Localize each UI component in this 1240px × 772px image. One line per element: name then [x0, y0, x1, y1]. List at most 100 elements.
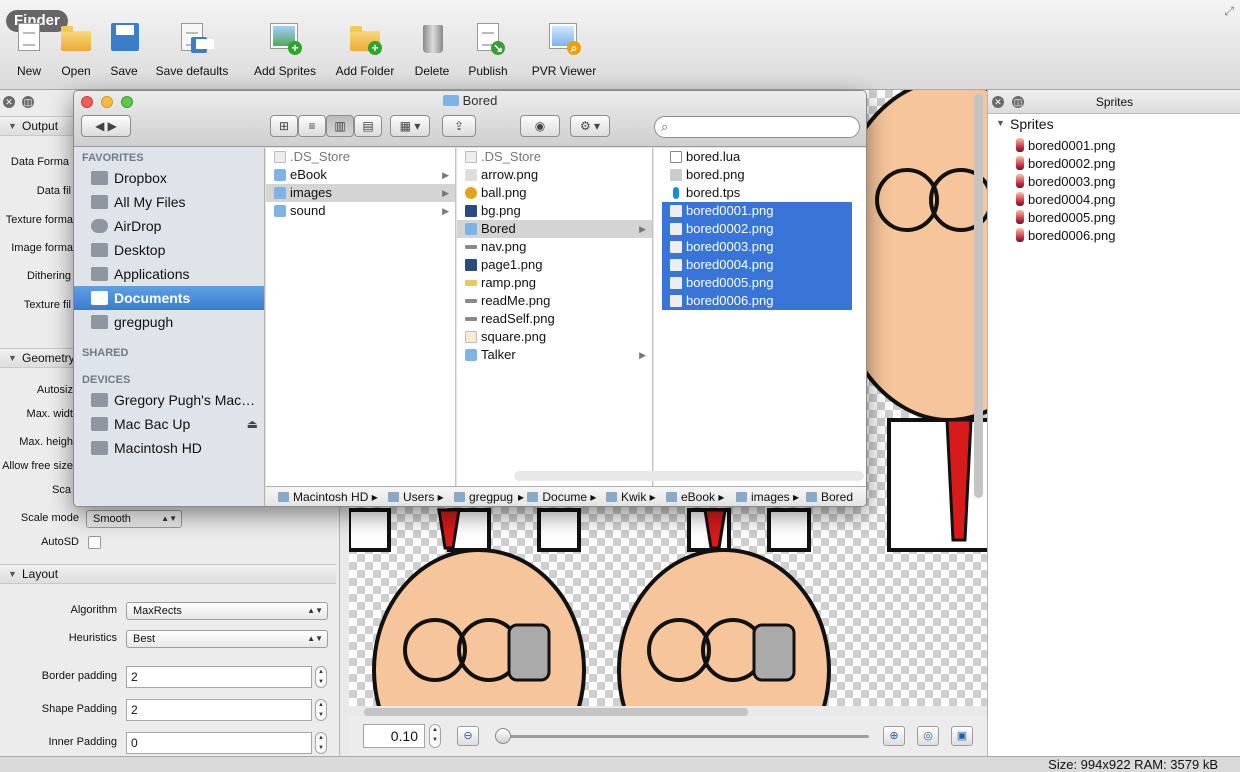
max-width-label: Max. widt — [26, 408, 73, 420]
folder-row[interactable]: images ▶ — [266, 184, 455, 202]
sprite-list-item[interactable]: bored0003.png — [1016, 173, 1115, 191]
zoom-input[interactable]: 0.10 — [363, 724, 425, 748]
data-format-label: Data Forma — [10, 156, 69, 168]
pvr-viewer-button[interactable]: ⌕ PVR Viewer — [524, 18, 604, 78]
icon-view-icon[interactable]: ⊞ — [270, 115, 298, 137]
file-row[interactable]: .DS_Store — [266, 148, 455, 166]
path-segment[interactable]: Macintosh HD ▸ — [278, 487, 378, 506]
zoom-slider-knob[interactable] — [495, 728, 511, 744]
shape-padding-input[interactable]: 2 — [126, 699, 312, 721]
sprite-list-item[interactable]: bored0002.png — [1016, 155, 1115, 173]
sidebar-item-macintosh-hd[interactable]: Macintosh HD — [74, 436, 264, 460]
share-icon[interactable]: ⇪ — [442, 115, 476, 137]
sidebar-item-all-my-files[interactable]: All My Files — [74, 190, 264, 214]
scale-mode-select[interactable]: Smooth ▲▼ — [86, 510, 182, 528]
heuristics-select[interactable]: Best ▲▼ — [126, 630, 328, 648]
sidebar-item-gregpugh[interactable]: gregpugh — [74, 310, 264, 334]
finder-window-title: Bored — [74, 93, 866, 108]
folder-row[interactable]: sound ▶ — [266, 202, 455, 220]
action-gear-icon[interactable]: ⚙ ▾ — [570, 115, 610, 137]
folder-row[interactable]: eBook ▶ — [266, 166, 455, 184]
file-row-selected[interactable]: bored0002.png — [662, 220, 852, 238]
finder-search-input[interactable]: ⌕ — [654, 116, 860, 138]
inner-padding-stepper[interactable]: ▲ ▼ — [315, 732, 327, 754]
path-segment[interactable]: Users ▸ — [388, 487, 444, 506]
eject-icon[interactable]: ⏏ — [247, 412, 258, 436]
column-view-icon[interactable]: ▥ — [326, 115, 354, 137]
publish-button[interactable]: ↘ Publish — [453, 18, 523, 78]
file-row[interactable]: ball.png — [457, 184, 652, 202]
zoom-in-icon[interactable]: ⊕ — [883, 726, 905, 746]
sidebar-item-applications[interactable]: Applications — [74, 262, 264, 286]
zoom-fit-icon[interactable]: ◎ — [917, 726, 939, 746]
zoom-slider[interactable] — [497, 735, 869, 738]
file-row[interactable]: bored.lua — [662, 148, 860, 166]
file-row[interactable]: bg.png — [457, 202, 652, 220]
sidebar-item-mac-bac-up[interactable]: Mac Bac Up ⏏ — [74, 412, 264, 436]
image-file-icon — [670, 241, 682, 253]
image-file-icon — [465, 280, 477, 286]
preview-vertical-scrollbar[interactable] — [974, 94, 983, 498]
border-padding-input[interactable]: 2 — [126, 666, 312, 688]
panel-detach-icon[interactable]: ◫ — [22, 96, 34, 108]
folder-row[interactable]: Bored ▶ — [457, 220, 652, 238]
file-row[interactable]: readSelf.png — [457, 310, 652, 328]
finder-horizontal-scrollbar[interactable] — [514, 471, 864, 481]
sprite-list-item[interactable]: bored0004.png — [1016, 191, 1115, 209]
add-folder-button[interactable]: + Add Folder — [325, 18, 405, 78]
file-row[interactable]: bored.png — [662, 166, 860, 184]
file-row[interactable]: .DS_Store — [457, 148, 652, 166]
shape-padding-stepper[interactable]: ▲ ▼ — [315, 699, 327, 721]
sprite-list-item[interactable]: bored0005.png — [1016, 209, 1115, 227]
arrange-menu-icon[interactable]: ▦ ▾ — [390, 115, 430, 137]
file-row[interactable]: ramp.png — [457, 274, 652, 292]
zoom-stepper[interactable]: ▲ ▼ — [429, 724, 441, 748]
fullscreen-icon[interactable]: ⤢ — [1224, 4, 1234, 19]
sprites-tree-root[interactable]: ▼ Sprites — [988, 116, 1240, 132]
preview-horizontal-scrollbar[interactable] — [364, 708, 748, 716]
zoom-out-icon[interactable]: ⊖ — [457, 726, 479, 746]
path-segment[interactable]: images ▸ — [736, 487, 799, 506]
path-segment[interactable]: ▸ Docume ▸ — [518, 487, 596, 506]
autosd-checkbox[interactable] — [88, 536, 101, 549]
back-forward-buttons[interactable]: ◀ ▶ — [81, 115, 131, 137]
file-row[interactable]: readMe.png — [457, 292, 652, 310]
file-row[interactable]: nav.png — [457, 238, 652, 256]
finder-titlebar[interactable]: Bored ◀ ▶ ⊞ ≡ ▥ ▤ ▦ ▾ ⇪ ◉ ⚙ ▾ ⌕ — [74, 91, 866, 147]
folder-row[interactable]: Talker ▶ — [457, 346, 652, 364]
file-row-selected[interactable]: bored0003.png — [662, 238, 852, 256]
file-row[interactable]: bored.tps — [662, 184, 860, 202]
save-defaults-button[interactable]: Save defaults — [147, 18, 237, 78]
panel-close-icon[interactable]: ✕ — [992, 96, 1004, 108]
sidebar-item-documents[interactable]: Documents — [74, 286, 264, 310]
file-row[interactable]: page1.png — [457, 256, 652, 274]
file-row[interactable]: arrow.png — [457, 166, 652, 184]
quick-look-icon[interactable]: ◉ — [520, 115, 560, 137]
sidebar-item-airdrop[interactable]: AirDrop — [74, 214, 264, 238]
layout-section-header[interactable]: ▼ Layout — [0, 564, 336, 584]
sidebar-item-desktop[interactable]: Desktop — [74, 238, 264, 262]
path-segment[interactable]: Bored — [806, 487, 853, 506]
panel-detach-icon[interactable]: ◫ — [1012, 96, 1024, 108]
path-segment[interactable]: Kwik ▸ — [606, 487, 656, 506]
sprite-thumbnail-icon — [1016, 228, 1024, 242]
coverflow-view-icon[interactable]: ▤ — [354, 115, 382, 137]
file-row-selected[interactable]: bored0001.png — [662, 202, 852, 220]
file-row[interactable]: square.png — [457, 328, 652, 346]
file-row-selected[interactable]: bored0006.png — [662, 292, 852, 310]
algorithm-select[interactable]: MaxRects ▲▼ — [126, 602, 328, 620]
sprite-list-item[interactable]: bored0001.png — [1016, 137, 1115, 155]
zoom-actual-icon[interactable]: ▣ — [951, 726, 973, 746]
file-row-selected[interactable]: bored0004.png — [662, 256, 852, 274]
add-sprites-button[interactable]: + Add Sprites — [245, 18, 325, 78]
sidebar-item-dropbox[interactable]: Dropbox — [74, 166, 264, 190]
sprite-list-item[interactable]: bored0006.png — [1016, 227, 1115, 245]
list-view-icon[interactable]: ≡ — [298, 115, 326, 137]
path-segment[interactable]: gregpug — [454, 487, 518, 506]
panel-close-icon[interactable]: ✕ — [3, 96, 15, 108]
border-padding-stepper[interactable]: ▲ ▼ — [315, 666, 327, 688]
file-row-selected[interactable]: bored0005.png — [662, 274, 852, 292]
sidebar-item-computer[interactable]: Gregory Pugh's Mac… — [74, 388, 264, 412]
path-segment[interactable]: eBook ▸ — [666, 487, 724, 506]
inner-padding-input[interactable]: 0 — [126, 732, 312, 754]
